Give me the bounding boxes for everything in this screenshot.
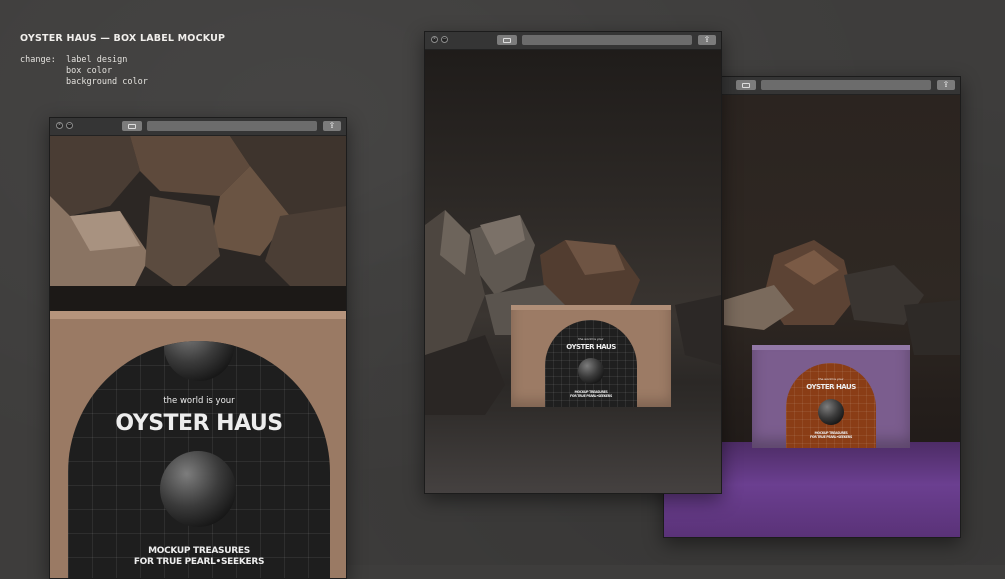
box-label: the world is your OYSTER HAUS MOCKUP TRE… <box>545 320 637 407</box>
label-footer-2: FOR TRUE PEARL•SEEKERS <box>810 435 852 439</box>
floor <box>425 411 721 493</box>
product-photo: the world is your OYSTER HAUS MOCKUP TRE… <box>50 136 346 578</box>
box-top-edge <box>511 305 671 310</box>
share-button[interactable]: ⇪ <box>698 35 716 45</box>
share-icon: ⇪ <box>328 121 336 130</box>
address-bar[interactable] <box>761 80 931 90</box>
tabs-icon <box>503 37 511 43</box>
tabs-icon <box>128 123 136 129</box>
box-label: the world is your OYSTER HAUS MOCKUP TRE… <box>68 341 330 578</box>
tabs-button[interactable] <box>497 35 517 45</box>
label-tagline: the world is your <box>578 337 604 341</box>
box-top-edge <box>50 311 346 319</box>
share-icon: ⇪ <box>703 35 711 44</box>
share-button[interactable]: ⇪ <box>937 80 955 90</box>
address-bar[interactable] <box>147 121 317 131</box>
share-button[interactable]: ⇪ <box>323 121 341 131</box>
change-key: change: <box>20 55 56 65</box>
product-photo: the world is your OYSTER HAUS MOCKUP TRE… <box>425 50 721 493</box>
box-label: the world is your OYSTER HAUS MOCKUP TRE… <box>786 363 876 448</box>
window-toolbar: × – ⇪ <box>425 32 721 50</box>
browser-window-left: × – ⇪ the world is your OYSTER HAUS MOCK… <box>49 117 347 579</box>
rock-group <box>50 136 346 311</box>
page-title: OYSTER HAUS — BOX LABEL MOCKUP <box>20 33 226 44</box>
tabs-icon <box>742 82 750 88</box>
change-list: change: label design box color background… <box>20 55 148 88</box>
change-item: background color <box>66 77 148 87</box>
box-top-edge <box>752 345 910 350</box>
close-icon[interactable]: × <box>56 122 63 129</box>
tabs-button[interactable] <box>736 80 756 90</box>
address-bar[interactable] <box>522 35 692 45</box>
label-footer-2: FOR TRUE PEARL•SEEKERS <box>133 557 265 567</box>
label-brand: OYSTER HAUS <box>115 411 283 436</box>
label-brand: OYSTER HAUS <box>566 343 616 351</box>
label-footer-1: MOCKUP TREASURES <box>148 546 250 556</box>
tabs-button[interactable] <box>122 121 142 131</box>
label-sphere <box>160 451 236 527</box>
share-icon: ⇪ <box>942 80 950 89</box>
change-item: label design <box>66 55 128 65</box>
minimize-icon[interactable]: – <box>66 122 73 129</box>
label-brand: OYSTER HAUS <box>806 383 856 391</box>
label-footer-2: FOR TRUE PEARL•SEEKERS <box>570 394 612 398</box>
close-icon[interactable]: × <box>431 36 438 43</box>
label-tagline: the world is your <box>818 377 844 381</box>
window-controls: × – <box>56 122 73 129</box>
window-toolbar: × – ⇪ <box>50 118 346 136</box>
label-sphere <box>578 358 604 384</box>
label-tagline: the world is your <box>163 396 235 406</box>
label-sphere <box>818 399 844 425</box>
window-controls: × – <box>431 36 448 43</box>
minimize-icon[interactable]: – <box>441 36 448 43</box>
browser-window-middle: × – ⇪ the world is your OYSTER HAUS MOCK… <box>424 31 722 494</box>
change-item: box color <box>66 66 113 76</box>
